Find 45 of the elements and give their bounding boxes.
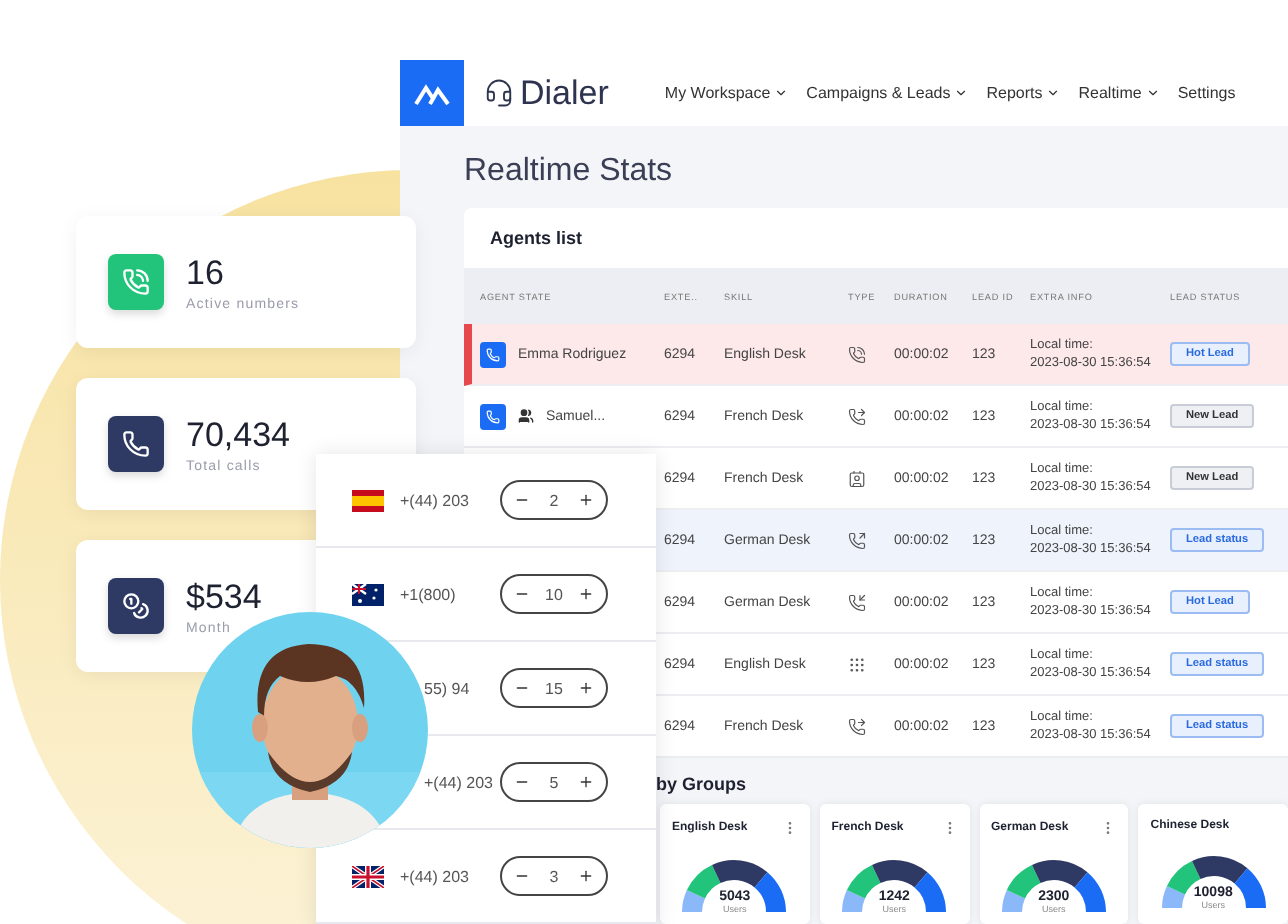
- nav-menu-item[interactable]: Realtime: [1078, 84, 1160, 102]
- plus-icon[interactable]: [577, 774, 594, 790]
- section-title: by Groups: [656, 774, 749, 794]
- brand-name: Dialer: [520, 73, 609, 113]
- phone-number: 55) 94: [422, 679, 472, 697]
- keypad-icon: [848, 655, 866, 673]
- quantity-stepper[interactable]: 3: [500, 856, 608, 896]
- phone-incoming-icon: [848, 593, 866, 611]
- page-title: Realtime Stats: [464, 154, 675, 190]
- quantity-value: 15: [545, 679, 563, 697]
- nav-menu-item[interactable]: Settings: [1177, 84, 1236, 102]
- plus-icon[interactable]: [577, 868, 594, 884]
- phone-icon: [108, 416, 164, 472]
- quantity-value: 5: [549, 773, 559, 791]
- quantity-stepper[interactable]: 5: [500, 762, 608, 802]
- nav-menu-item[interactable]: Campaigns & Leads: [806, 84, 969, 102]
- nav-menu-item[interactable]: My Workspace: [664, 84, 789, 102]
- phone-number: +(44) 203: [400, 491, 471, 509]
- stat-value: 70,434: [186, 415, 290, 455]
- phone-forward-icon: [848, 407, 866, 425]
- stat-value: $534: [186, 577, 262, 617]
- stat-value: 16: [186, 253, 226, 293]
- phone-badge-icon: [480, 403, 506, 429]
- phone-forward-icon: [848, 717, 866, 735]
- phone-outgoing-icon: [848, 531, 866, 549]
- phone-badge-icon: [480, 341, 506, 367]
- nav-menu-item[interactable]: Reports: [986, 84, 1061, 102]
- quantity-value: 3: [549, 867, 559, 885]
- plus-icon[interactable]: [578, 680, 594, 696]
- quantity-value: 2: [549, 491, 559, 509]
- phone-ring-icon: [848, 345, 866, 363]
- phone-number: +(44) 203: [422, 773, 495, 791]
- quantity-stepper[interactable]: 10: [500, 574, 608, 614]
- contact-card-icon: [848, 469, 866, 487]
- phone-number: +(44) 203: [400, 867, 471, 885]
- plus-icon[interactable]: [578, 586, 594, 602]
- phone-call-icon: [108, 254, 164, 310]
- card-title: Agents list: [488, 226, 585, 252]
- phone-number: +1(800): [400, 585, 458, 603]
- quantity-value: 10: [545, 585, 563, 603]
- headset-icon: [484, 78, 514, 108]
- coins-icon: [108, 578, 164, 634]
- quantity-stepper[interactable]: 15: [500, 668, 608, 708]
- quantity-stepper[interactable]: 2: [500, 480, 608, 520]
- plus-icon[interactable]: [577, 492, 594, 508]
